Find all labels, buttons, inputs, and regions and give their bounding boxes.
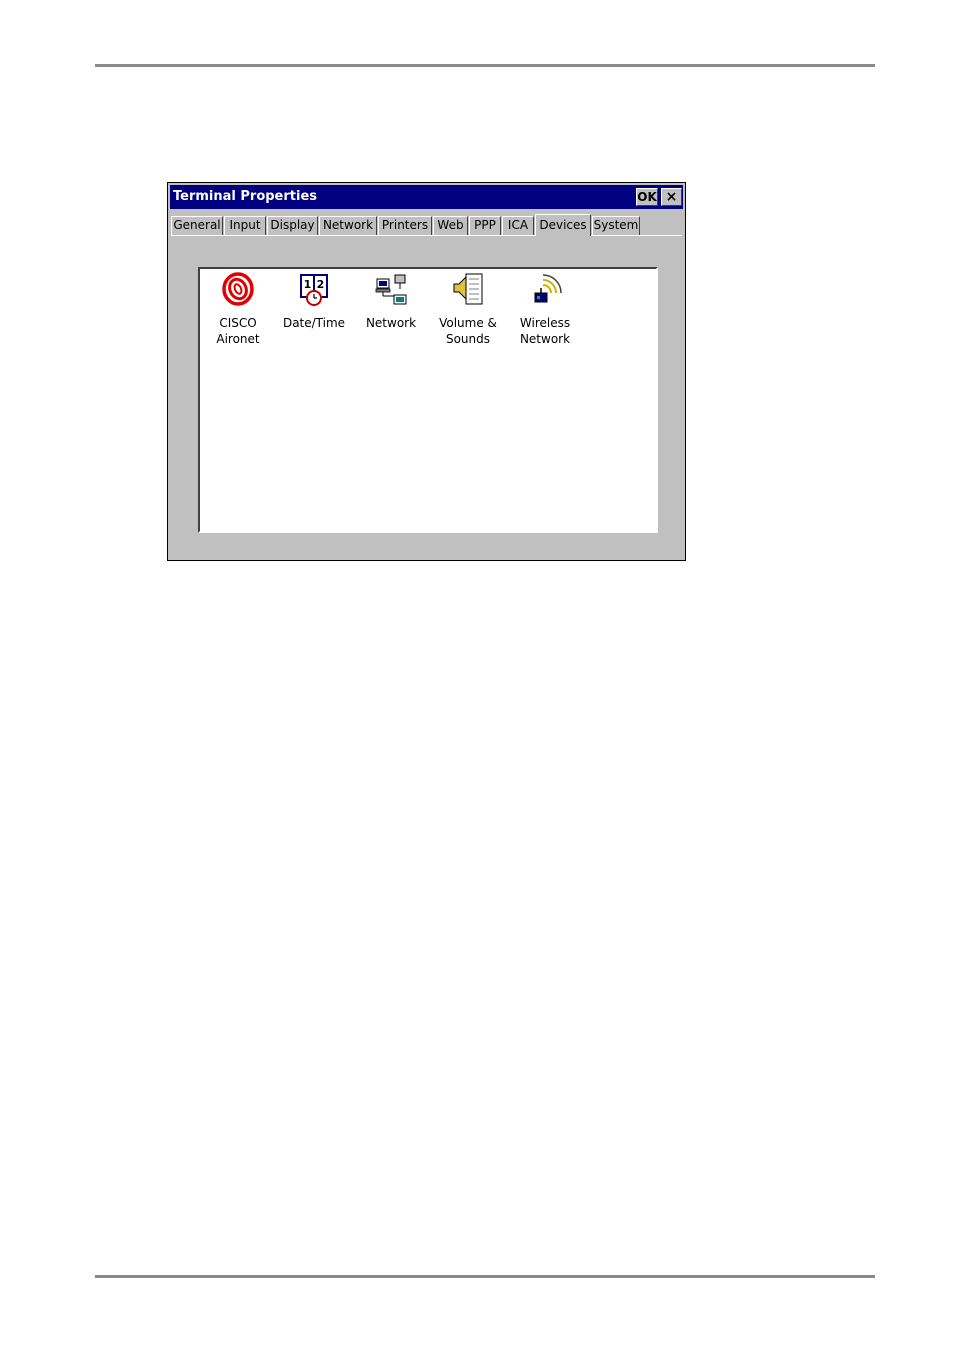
device-label-line1: Volume &	[439, 316, 497, 330]
device-label-line2: Network	[519, 332, 571, 346]
window-title: Terminal Properties	[173, 189, 318, 204]
tab-display[interactable]: Display	[267, 216, 318, 235]
device-label-line1: CISCO	[219, 316, 257, 330]
network-icon	[375, 274, 407, 305]
device-label-line2: Aironet	[216, 332, 260, 346]
tab-devices[interactable]: Devices	[535, 214, 591, 236]
tab-ica[interactable]: ICA	[502, 216, 534, 235]
device-label-line1: Wireless	[519, 316, 571, 330]
top-rule	[95, 64, 875, 67]
svg-text:1: 1	[304, 278, 312, 291]
close-button[interactable]: ×	[661, 188, 682, 206]
device-label-line1: Network	[365, 316, 417, 330]
device-label-line2: Sounds	[445, 332, 491, 346]
cisco-aironet-icon	[222, 272, 254, 306]
ok-button[interactable]: OK	[636, 188, 658, 206]
tab-system[interactable]: System	[592, 216, 640, 235]
tab-printers[interactable]: Printers	[378, 216, 432, 235]
tab-general[interactable]: General	[171, 216, 223, 235]
devices-panel: CISCO Aironet 1 2 Date/Time Network Volu…	[198, 267, 658, 533]
tab-ppp[interactable]: PPP	[469, 216, 501, 235]
bottom-rule	[95, 1275, 875, 1278]
tab-network[interactable]: Network	[319, 216, 377, 235]
volume-sounds-icon	[453, 273, 483, 305]
tab-baseline	[171, 235, 682, 238]
svg-text:2: 2	[317, 278, 325, 291]
date-time-icon: 1 2	[300, 274, 328, 306]
wireless-network-icon	[534, 274, 562, 303]
title-bar: Terminal Properties OK ×	[170, 185, 683, 209]
tab-input[interactable]: Input	[224, 216, 266, 235]
device-volume-sounds[interactable]: Volume & Sounds	[431, 271, 505, 347]
device-cisco-aironet[interactable]: CISCO Aironet	[201, 271, 275, 347]
device-wireless-network[interactable]: Wireless Network	[508, 271, 582, 347]
device-network[interactable]: Network	[354, 271, 428, 331]
terminal-properties-window: Terminal Properties OK × General Input D…	[167, 182, 686, 561]
tab-web[interactable]: Web	[433, 216, 468, 235]
device-label-line1: Date/Time	[282, 316, 346, 330]
device-date-time[interactable]: 1 2 Date/Time	[277, 271, 351, 331]
